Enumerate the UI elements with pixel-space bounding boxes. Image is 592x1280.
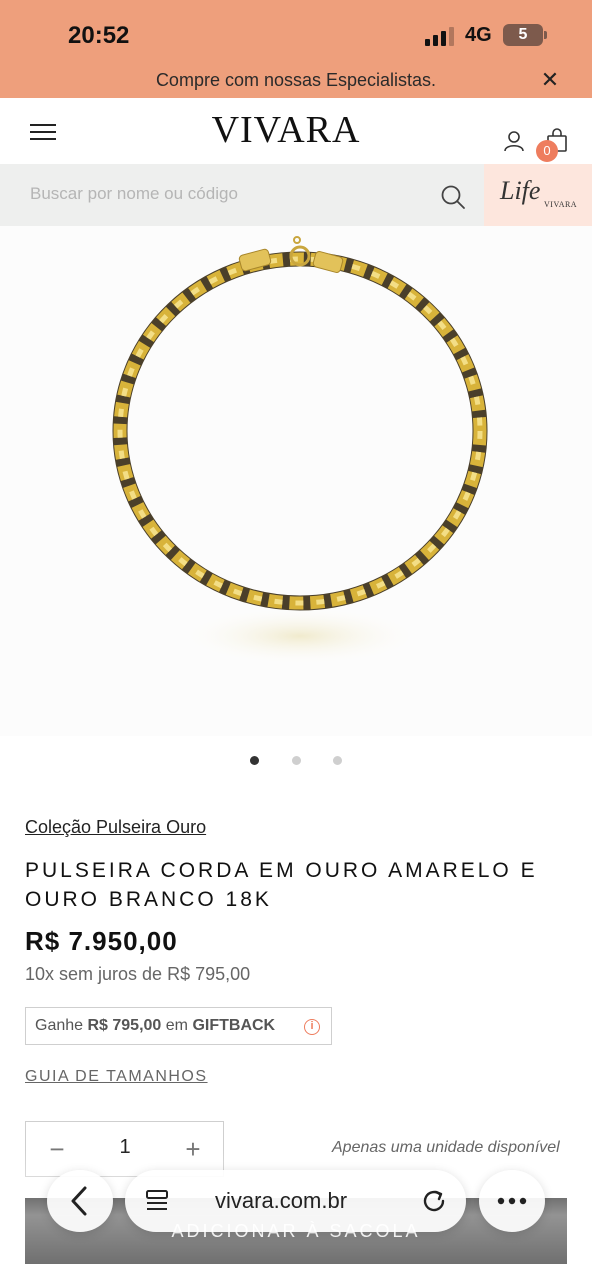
url-text[interactable]: vivara.com.br: [215, 1188, 347, 1214]
carousel-dot[interactable]: [333, 756, 342, 765]
top-promo-band: 20:52 4G 5 Compre com nossas Especialist…: [0, 0, 592, 98]
info-icon[interactable]: i: [304, 1019, 320, 1035]
life-logo-subtitle: VIVARA: [544, 200, 578, 209]
reload-icon[interactable]: [419, 1186, 449, 1216]
size-guide-link[interactable]: GUIA DE TAMANHOS: [25, 1068, 208, 1086]
carousel-dot[interactable]: [292, 756, 301, 765]
cart-count-badge[interactable]: 0: [536, 140, 558, 162]
increase-quantity-button[interactable]: +: [180, 1134, 206, 1164]
battery-icon: 5: [503, 24, 543, 46]
address-bar[interactable]: vivara.com.br: [125, 1170, 466, 1232]
search-bar: [0, 164, 484, 226]
more-dots-icon: [497, 1197, 527, 1205]
close-icon[interactable]: ✕: [538, 68, 562, 92]
search-input[interactable]: [30, 184, 420, 204]
installments-text: 10x sem juros de R$ 795,00: [25, 964, 251, 984]
search-icon[interactable]: [440, 184, 466, 210]
network-type: 4G: [465, 24, 492, 46]
more-options-button[interactable]: [479, 1170, 545, 1232]
status-time: 20:52: [68, 22, 130, 49]
giftback-text: Ganhe R$ 795,00 em GIFTBACK: [35, 1017, 276, 1034]
product-title: PULSEIRA CORDA EM OURO AMARELO E OURO BR…: [25, 859, 538, 911]
quantity-stepper: − 1 +: [25, 1121, 224, 1177]
product-image[interactable]: [0, 226, 592, 736]
back-button[interactable]: [47, 1170, 113, 1232]
menu-icon[interactable]: [30, 124, 56, 140]
carousel-dot[interactable]: [250, 756, 259, 765]
site-header: VIVARA: [0, 98, 592, 164]
collection-link[interactable]: Coleção Pulseira Ouro: [25, 817, 206, 838]
life-logo-text: Life: [500, 176, 541, 205]
rope-bracelet-image: [112, 236, 488, 666]
giftback-label: GIFTBACK: [192, 1017, 276, 1034]
product-price: R$ 7.950,00: [25, 926, 178, 956]
carousel-dots: [0, 756, 592, 766]
signal-strength-icon: [425, 26, 457, 46]
vivara-logo[interactable]: VIVARA: [196, 108, 376, 152]
quantity-value[interactable]: 1: [110, 1136, 140, 1159]
promo-banner-text[interactable]: Compre com nossas Especialistas.: [0, 70, 592, 91]
giftback-amount: R$ 795,00: [87, 1017, 162, 1034]
life-vivara-banner[interactable]: Life VIVARA: [484, 164, 592, 226]
user-icon[interactable]: [503, 130, 525, 152]
giftback-box: Ganhe R$ 795,00 em GIFTBACK i: [25, 1007, 332, 1045]
stock-note: Apenas uma unidade disponível: [332, 1139, 560, 1156]
chevron-left-icon: [71, 1186, 87, 1216]
battery-nub: [544, 31, 547, 39]
decrease-quantity-button[interactable]: −: [44, 1134, 70, 1164]
page-menu-icon[interactable]: [143, 1187, 171, 1215]
